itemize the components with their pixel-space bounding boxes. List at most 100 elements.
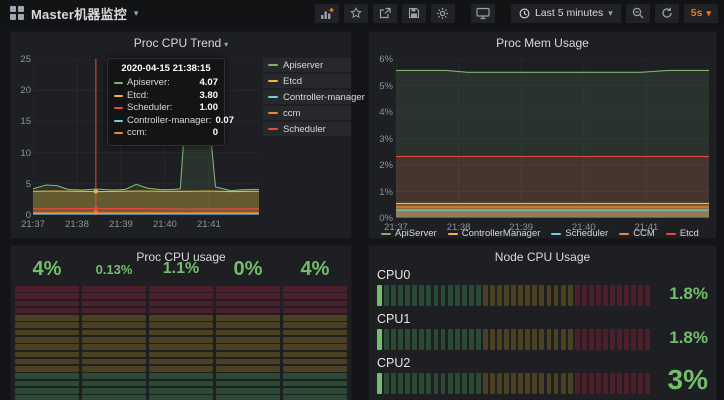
- trend-legend: Apiserver Etcd Controller-manager ccm Schedu…: [263, 58, 351, 136]
- legend-label: Controller-manager: [283, 92, 365, 103]
- dashboard-title[interactable]: Master机器监控: [31, 4, 127, 23]
- series-color-dash-icon: [114, 95, 123, 97]
- series-color-dash-icon: [268, 112, 278, 114]
- chevron-down-icon: ▾: [608, 8, 613, 19]
- legend-item-apiserver[interactable]: Apiserver: [263, 58, 351, 72]
- legend-label: ApiServer: [395, 228, 437, 239]
- tooltip-series-value: 0: [213, 127, 218, 140]
- legend-item-etcd[interactable]: Etcd: [263, 74, 351, 88]
- series-color-dash-icon: [268, 128, 278, 130]
- panel-proc-cpu-usage: Proc CPU usage 4%0.13%1.1%0%4%: [10, 245, 352, 400]
- series-color-dash-icon: [114, 132, 123, 134]
- y-axis-tick: 2%: [373, 160, 393, 171]
- series-color-dash-icon: [268, 80, 278, 82]
- legend-label: Etcd: [283, 76, 302, 87]
- navbar: Master机器监控 ▾: [0, 0, 724, 26]
- series-color-dash-icon: [268, 96, 278, 98]
- star-button[interactable]: [344, 4, 368, 23]
- tooltip-series-name: Scheduler:: [127, 102, 196, 115]
- legend-label: Apiserver: [283, 60, 323, 71]
- proc-cpu-bar-gauge: [216, 286, 280, 400]
- series-color-dash-icon: [551, 233, 561, 235]
- grafana-dashboard: Master机器监控 ▾: [0, 0, 724, 400]
- zoom-out-icon: [632, 7, 644, 19]
- series-color-dash-icon: [381, 233, 391, 235]
- share-button[interactable]: [373, 4, 397, 23]
- cpu-bar-gauge: [377, 285, 650, 306]
- tooltip-timestamp: 2020-04-15 21:38:15: [114, 63, 218, 74]
- proc-cpu-value: 0%: [216, 256, 280, 282]
- series-color-dash-icon: [619, 233, 629, 235]
- legend-item-etcd[interactable]: Etcd: [666, 228, 699, 239]
- x-axis-tick: 21:39: [109, 219, 133, 230]
- cpu-bar-gauge: [377, 373, 650, 394]
- zoom-out-button[interactable]: [626, 4, 650, 23]
- proc-cpu-bar-gauges: [15, 286, 347, 400]
- x-axis-tick: 21:41: [197, 219, 221, 230]
- x-axis-tick: 21:37: [21, 219, 45, 230]
- monitor-icon: [476, 7, 490, 20]
- x-axis-tick: 21:40: [153, 219, 177, 230]
- proc-cpu-value: 1.1%: [149, 256, 213, 282]
- panel-node-cpu-usage: Node CPU Usage CPU01.8%CPU11.8%CPU23%: [368, 245, 717, 400]
- legend-item-ccm[interactable]: ccm: [263, 106, 351, 120]
- cpu-label: CPU1: [377, 312, 708, 326]
- refresh-interval-label: 5s: [691, 7, 703, 19]
- refresh-button[interactable]: [655, 4, 679, 23]
- gear-icon: [436, 7, 449, 20]
- dashboard-grid-icon[interactable]: [10, 6, 24, 20]
- tooltip-series-row: Etcd:3.80: [114, 90, 218, 103]
- proc-cpu-bar-gauge: [149, 286, 213, 400]
- legend-item-scheduler[interactable]: Scheduler: [551, 228, 608, 239]
- add-panel-button[interactable]: [315, 4, 339, 23]
- y-axis-tick: 3%: [373, 134, 393, 145]
- legend-item-controllermanager[interactable]: ControllerManager: [448, 228, 541, 239]
- cpu-value: 1.8%: [669, 328, 708, 348]
- panel-title-node-cpu-usage[interactable]: Node CPU Usage: [369, 250, 716, 264]
- tooltip-series-row: Apiserver:4.07: [114, 77, 218, 90]
- proc-cpu-values: 4%0.13%1.1%0%4%: [15, 256, 347, 282]
- save-button[interactable]: [402, 4, 426, 23]
- legend-item-ccm[interactable]: CCM: [619, 228, 655, 239]
- refresh-interval-picker[interactable]: 5s ▾: [684, 4, 718, 23]
- save-icon: [408, 7, 420, 19]
- tooltip-series-name: Controller-manager:: [127, 115, 211, 128]
- legend-label: Scheduler: [283, 124, 326, 135]
- legend-label: CCM: [633, 228, 655, 239]
- tooltip-series-row: ccm:0: [114, 127, 218, 140]
- tooltip-series-name: Etcd:: [127, 90, 196, 103]
- mem-legend: ApiServer ControllerManager Scheduler CCM Et…: [381, 228, 699, 239]
- clock-icon: [519, 8, 530, 19]
- time-range-picker[interactable]: Last 5 minutes ▾: [511, 4, 621, 23]
- y-axis-tick: 6%: [373, 54, 393, 65]
- cpu-row-cpu0: CPU01.8%: [377, 268, 708, 306]
- series-color-dash-icon: [268, 64, 278, 66]
- y-axis-tick: 25: [11, 54, 31, 65]
- proc-cpu-bar-gauge: [82, 286, 146, 400]
- cycle-view-button[interactable]: [471, 4, 495, 23]
- y-axis-tick: 4%: [373, 107, 393, 118]
- proc-cpu-bar-gauge: [15, 286, 79, 400]
- panel-title-proc-cpu-trend[interactable]: Proc CPU Trend▾: [11, 36, 351, 50]
- y-axis-tick: 15: [11, 116, 31, 127]
- settings-button[interactable]: [431, 4, 455, 23]
- cpu-label: CPU2: [377, 356, 708, 370]
- add-panel-icon: [320, 7, 334, 20]
- legend-item-scheduler[interactable]: Scheduler: [263, 122, 351, 136]
- series-color-dash-icon: [114, 107, 123, 109]
- share-icon: [379, 7, 391, 19]
- chevron-down-icon[interactable]: ▾: [134, 8, 139, 19]
- y-axis-tick: 5: [11, 179, 31, 190]
- tooltip-series-value: 0.07: [215, 115, 234, 128]
- legend-item-controller-manager[interactable]: Controller-manager: [263, 90, 351, 104]
- series-color-dash-icon: [666, 233, 676, 235]
- panel-title-proc-mem-usage[interactable]: Proc Mem Usage: [369, 36, 716, 50]
- tooltip-series-name: Apiserver:: [127, 77, 196, 90]
- legend-item-apiserver[interactable]: ApiServer: [381, 228, 437, 239]
- refresh-icon: [661, 7, 673, 19]
- tooltip-series-value: 1.00: [200, 102, 219, 115]
- proc-cpu-value: 4%: [15, 256, 79, 282]
- y-axis-tick: 5%: [373, 81, 393, 92]
- legend-label: ccm: [283, 108, 300, 119]
- cpu-value: 1.8%: [669, 284, 708, 304]
